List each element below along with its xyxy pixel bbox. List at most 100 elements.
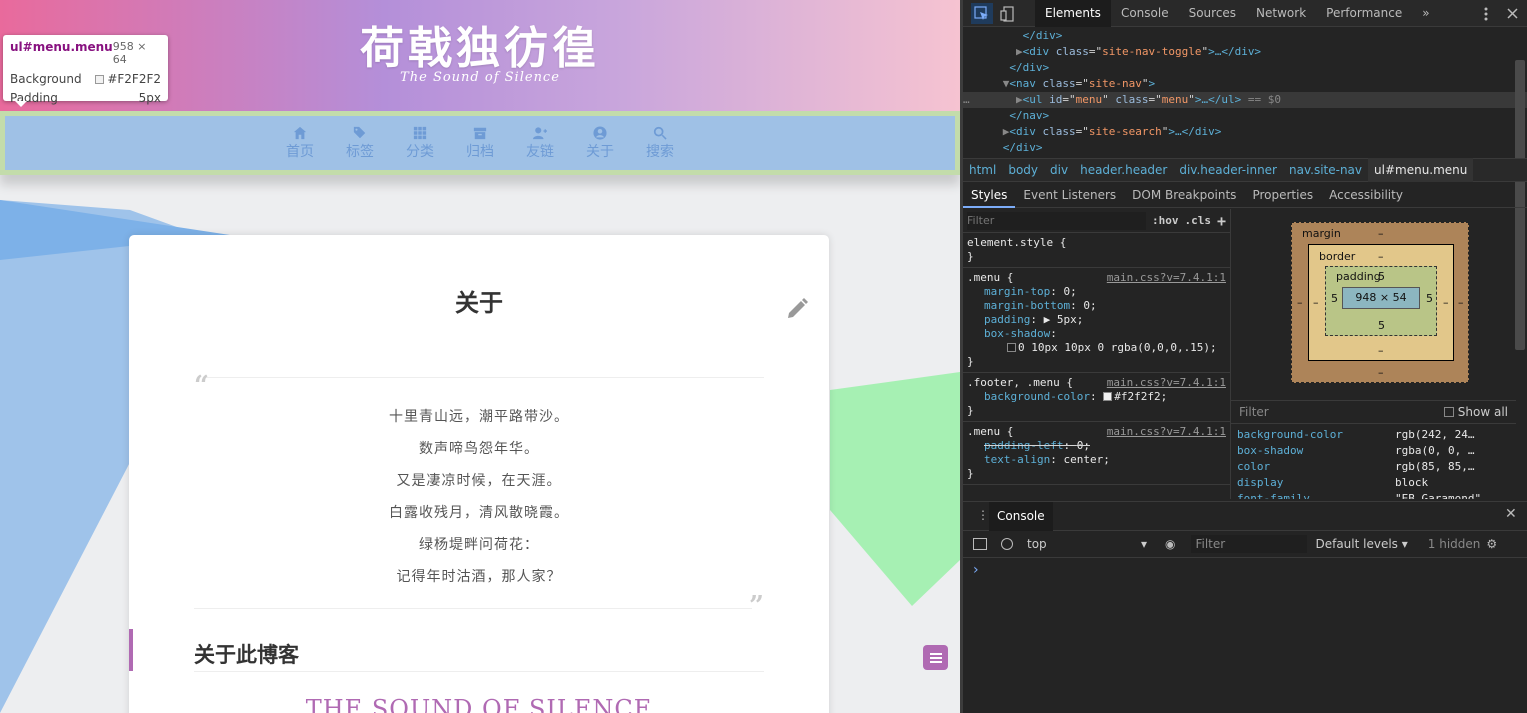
inspect-element-button[interactable] — [971, 3, 993, 24]
gear-icon[interactable]: ⚙ — [1486, 537, 1497, 551]
rule-source-link[interactable]: main.css?v=7.4.1:1 — [1107, 271, 1226, 285]
tab-sources[interactable]: Sources — [1179, 0, 1246, 27]
console-prompt[interactable]: › — [973, 562, 979, 578]
css-property[interactable]: padding: ▶ 5px; — [967, 313, 1226, 327]
css-property[interactable]: background-color: #f2f2f2; — [967, 390, 1226, 404]
section-heading: 关于此博客 — [194, 642, 299, 667]
hover-state-toggle[interactable]: :hov — [1152, 214, 1179, 227]
tab-performance[interactable]: Performance — [1316, 0, 1412, 27]
tab-dom-breakpoints[interactable]: DOM Breakpoints — [1124, 183, 1244, 208]
computed-row[interactable]: display block — [1231, 475, 1516, 491]
computed-row[interactable]: box-shadow rgba(0, 0, … — [1231, 443, 1516, 459]
breadcrumb-item[interactable]: nav.site-nav — [1283, 158, 1368, 182]
dom-node-line[interactable]: </div> — [963, 140, 1527, 156]
computed-filter-input[interactable]: Filter — [1239, 405, 1444, 419]
breadcrumb-item[interactable]: div.header-inner — [1173, 158, 1283, 182]
device-toolbar-button[interactable] — [997, 3, 1019, 24]
pencil-icon[interactable] — [785, 297, 809, 321]
close-devtools-button[interactable] — [1501, 3, 1523, 24]
property-value[interactable]: 0 10px 10px 0 rgba(0,0,0,.15); — [1018, 341, 1217, 354]
rule-header: .footer, .menu { main.css?v=7.4.1:1 — [967, 376, 1226, 390]
menu-item-archives[interactable]: 归档 — [450, 116, 510, 170]
dom-node-line[interactable]: ▼<nav class="site-nav"> — [963, 76, 1527, 92]
dom-node-line[interactable]: </div> — [963, 60, 1527, 76]
css-property[interactable]: padding-left: 0; — [967, 439, 1226, 453]
css-property[interactable]: box-shadow: — [967, 327, 1226, 341]
tab-properties[interactable]: Properties — [1244, 183, 1321, 208]
computed-row[interactable]: background-color rgb(242, 24… — [1231, 427, 1516, 443]
styles-filter-input[interactable] — [967, 211, 1146, 230]
box-model-padding[interactable]: padding 5 5 5 5 948 × 54 — [1325, 266, 1437, 336]
show-all-checkbox[interactable] — [1443, 407, 1454, 417]
tab-network[interactable]: Network — [1246, 0, 1316, 27]
menu-item-links[interactable]: 友链 — [510, 116, 570, 170]
property-value[interactable]: #f2f2f2; — [1114, 390, 1167, 403]
property-value[interactable]: 0; — [1077, 439, 1090, 452]
css-property[interactable]: 0 10px 10px 0 rgba(0,0,0,.15); — [967, 341, 1226, 355]
eye-icon[interactable]: ◉ — [1165, 537, 1175, 551]
sidebar-toggle-icon[interactable] — [973, 538, 987, 550]
menu-item-home[interactable]: 首页 — [270, 116, 330, 170]
menu-item-about[interactable]: 关于 — [570, 116, 630, 170]
rule-selector[interactable]: .menu { — [967, 425, 1013, 439]
dom-node-line[interactable]: </div> — [963, 28, 1527, 44]
tab-event-listeners[interactable]: Event Listeners — [1015, 183, 1124, 208]
new-rule-button[interactable]: + — [1217, 212, 1226, 230]
css-rule[interactable]: .footer, .menu { main.css?v=7.4.1:1 backgr… — [963, 373, 1230, 422]
log-levels-select[interactable]: Default levels ▾ — [1315, 537, 1407, 551]
css-rule[interactable]: element.style {} — [963, 233, 1230, 268]
menu-item-label: 友链 — [526, 144, 554, 160]
console-filter-input[interactable]: Filter — [1191, 535, 1308, 553]
rule-selector[interactable]: element.style { — [967, 236, 1066, 250]
sidebar-toggle-button[interactable] — [923, 645, 948, 670]
heading-rule — [194, 671, 764, 672]
tab-console[interactable]: Console — [1111, 0, 1179, 27]
computed-row[interactable]: font-family "EB Garamond" — [1231, 491, 1516, 499]
property-value[interactable]: ▶ 5px; — [1044, 313, 1084, 326]
tab-elements[interactable]: Elements — [1035, 0, 1111, 27]
padding-right-value: 5 — [1426, 292, 1433, 305]
devtools-menu-button[interactable] — [1475, 3, 1497, 24]
property-value[interactable]: center; — [1063, 453, 1109, 466]
dom-node-line[interactable]: ▶<div class="site-nav-toggle">…</div> — [963, 44, 1527, 60]
dom-node-line[interactable]: … ▶<ul id="menu" class="menu">…</ul> == … — [963, 92, 1527, 108]
drawer-menu-icon[interactable]: ⋮ — [977, 508, 989, 522]
css-property[interactable]: margin-top: 0; — [967, 285, 1226, 299]
css-rule[interactable]: .menu { main.css?v=7.4.1:1 padding-left: 0… — [963, 422, 1230, 485]
rule-source-link[interactable]: main.css?v=7.4.1:1 — [1107, 376, 1226, 390]
breadcrumb-item[interactable]: div — [1044, 158, 1074, 182]
breadcrumb-item[interactable]: header.header — [1074, 158, 1173, 182]
context-select[interactable]: top ▾ — [1027, 537, 1147, 551]
box-model-content[interactable]: 948 × 54 — [1342, 287, 1420, 309]
close-drawer-icon[interactable]: ✕ — [1505, 506, 1517, 522]
dom-tag-name: div — [1016, 125, 1036, 138]
tab-styles[interactable]: Styles — [963, 183, 1016, 208]
menu-item-search[interactable]: 搜索 — [630, 116, 690, 170]
computed-row[interactable]: color rgb(85, 85,… — [1231, 459, 1516, 475]
breadcrumb-item[interactable]: html — [963, 158, 1002, 182]
property-value[interactable]: 0; — [1063, 285, 1076, 298]
dom-node-line[interactable]: ▶<div class="site-search">…</div> — [963, 124, 1527, 140]
css-property[interactable]: text-align: center; — [967, 453, 1226, 467]
dom-node-line[interactable]: </nav> — [963, 108, 1527, 124]
color-swatch[interactable] — [1007, 343, 1016, 352]
tab-console-drawer[interactable]: Console — [989, 501, 1053, 531]
tab-accessibility[interactable]: Accessibility — [1321, 183, 1411, 208]
rule-selector[interactable]: .menu { — [967, 271, 1013, 285]
rule-source-link[interactable]: main.css?v=7.4.1:1 — [1107, 425, 1226, 439]
css-property[interactable]: margin-bottom: 0; — [967, 299, 1226, 313]
breadcrumb-item-active[interactable]: ul#menu.menu — [1368, 158, 1474, 182]
box-model-border[interactable]: border – – – – padding 5 5 5 5 948 × 54 — [1308, 244, 1454, 361]
menu-item-categories[interactable]: 分类 — [390, 116, 450, 170]
more-tabs-button[interactable]: » — [1412, 0, 1439, 27]
box-model-margin[interactable]: margin – – – – border – – – – padding 5 … — [1291, 222, 1469, 383]
color-swatch[interactable] — [1103, 392, 1113, 401]
css-rule[interactable]: .menu { main.css?v=7.4.1:1 margin-top: 0; m… — [963, 268, 1230, 373]
menu-item-tags[interactable]: 标签 — [330, 116, 390, 170]
rule-selector[interactable]: .footer, .menu { — [967, 376, 1073, 390]
breadcrumb-item[interactable]: body — [1002, 158, 1044, 182]
class-toggle[interactable]: .cls — [1184, 214, 1211, 227]
clear-console-icon[interactable] — [1001, 538, 1013, 550]
property-value[interactable]: 0; — [1083, 299, 1096, 312]
